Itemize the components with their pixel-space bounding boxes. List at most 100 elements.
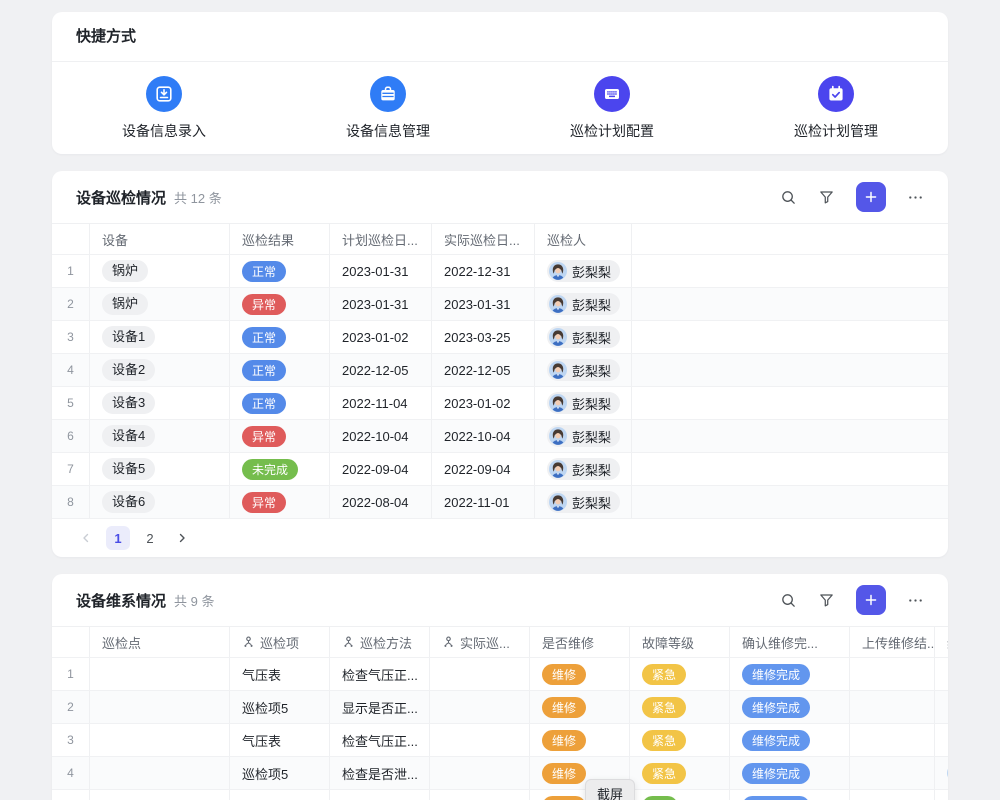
actual-date-cell[interactable]: 2022-12-05 — [432, 354, 535, 386]
more-icon[interactable] — [907, 189, 924, 206]
actual-date-cell[interactable]: 2022-10-04 — [432, 420, 535, 452]
upload-cell[interactable] — [850, 724, 935, 756]
result-cell[interactable]: 异常 — [230, 486, 330, 518]
pagination-next-button[interactable] — [170, 526, 194, 550]
more-icon[interactable] — [907, 592, 924, 609]
filter-icon[interactable] — [818, 189, 835, 206]
item-cell[interactable]: 巡检项5 — [230, 790, 330, 800]
actual-date-cell[interactable]: 2022-12-31 — [432, 255, 535, 287]
planned-date-cell[interactable]: 2022-12-05 — [330, 354, 432, 386]
level-cell[interactable] — [630, 790, 730, 800]
result-cell[interactable]: 正常 — [230, 321, 330, 353]
shortcut-keyboard[interactable]: 巡检计划配置 — [500, 76, 724, 141]
upload-cell[interactable] — [850, 658, 935, 690]
upload-cell[interactable] — [850, 790, 935, 800]
method-cell[interactable]: 检查气压正... — [330, 724, 430, 756]
point-cell[interactable] — [90, 724, 230, 756]
device-cell[interactable]: 设备6 — [90, 486, 230, 518]
inspector-cell[interactable]: 彭梨梨 — [535, 321, 632, 353]
inspector-cell[interactable]: 彭梨梨 — [535, 486, 632, 518]
shortcut-briefcase[interactable]: 设备信息管理 — [276, 76, 500, 141]
device-cell[interactable]: 锅炉 — [90, 288, 230, 320]
device-cell[interactable]: 锅炉 — [90, 255, 230, 287]
repair-cell[interactable]: 维修 — [530, 724, 630, 756]
pagination-page-1[interactable]: 1 — [106, 526, 130, 550]
add-record-button[interactable] — [856, 182, 886, 212]
level-cell[interactable]: 紧急 — [630, 724, 730, 756]
repair-cell[interactable]: 维修 — [530, 691, 630, 723]
actual-cell[interactable] — [430, 658, 530, 690]
actual-cell[interactable] — [430, 790, 530, 800]
item-cell[interactable]: 巡检项5 — [230, 691, 330, 723]
device-cell[interactable]: 设备5 — [90, 453, 230, 485]
search-icon[interactable] — [780, 592, 797, 609]
pagination-page-2[interactable]: 2 — [138, 526, 162, 550]
actual-date-cell[interactable]: 2022-09-04 — [432, 453, 535, 485]
actual-date-cell[interactable]: 2023-01-31 — [432, 288, 535, 320]
filter-icon[interactable] — [818, 592, 835, 609]
result-cell[interactable]: 异常 — [230, 288, 330, 320]
device-cell[interactable]: 设备3 — [90, 387, 230, 419]
actual-cell[interactable] — [430, 724, 530, 756]
planned-date-cell[interactable]: 2023-01-31 — [330, 288, 432, 320]
point-cell[interactable] — [90, 658, 230, 690]
upload-cell[interactable] — [850, 691, 935, 723]
planned-date-cell[interactable]: 2023-01-31 — [330, 255, 432, 287]
inspector-cell[interactable]: 彭梨梨 — [535, 288, 632, 320]
method-cell[interactable]: 检查是否泄... — [330, 757, 430, 789]
level-cell[interactable]: 紧急 — [630, 658, 730, 690]
level-cell[interactable]: 紧急 — [630, 691, 730, 723]
extra-cell[interactable] — [935, 658, 948, 690]
actual-date-cell[interactable]: 2023-03-25 — [432, 321, 535, 353]
method-cell[interactable]: 显示是否正... — [330, 790, 430, 800]
result-cell[interactable]: 异常 — [230, 420, 330, 452]
confirm-cell[interactable]: 维修完成 — [730, 658, 850, 690]
method-cell[interactable]: 显示是否正... — [330, 691, 430, 723]
shortcut-calendar-check[interactable]: 巡检计划管理 — [724, 76, 948, 141]
actual-date-cell[interactable]: 2023-01-02 — [432, 387, 535, 419]
actual-date-cell[interactable]: 2022-11-01 — [432, 486, 535, 518]
planned-date-cell[interactable]: 2022-10-04 — [330, 420, 432, 452]
planned-date-cell[interactable]: 2022-11-04 — [330, 387, 432, 419]
item-cell[interactable]: 气压表 — [230, 658, 330, 690]
device-cell[interactable]: 设备1 — [90, 321, 230, 353]
pagination-prev-button[interactable] — [74, 526, 98, 550]
item-cell[interactable]: 气压表 — [230, 724, 330, 756]
device-cell[interactable]: 设备4 — [90, 420, 230, 452]
confirm-cell[interactable]: 维修完成 — [730, 724, 850, 756]
result-cell[interactable]: 正常 — [230, 354, 330, 386]
repair-cell[interactable]: 维修 — [530, 658, 630, 690]
upload-cell[interactable] — [850, 757, 935, 789]
point-cell[interactable] — [90, 790, 230, 800]
confirm-cell[interactable]: 维修完成 — [730, 691, 850, 723]
result-cell[interactable]: 正常 — [230, 255, 330, 287]
inspection-card: 设备巡检情况 共 12 条 设备巡检结果计划巡检日...实际巡检日...巡检人1… — [52, 171, 948, 557]
actual-cell[interactable] — [430, 691, 530, 723]
actual-cell[interactable] — [430, 757, 530, 789]
point-cell[interactable] — [90, 757, 230, 789]
point-cell[interactable] — [90, 691, 230, 723]
extra-cell[interactable] — [935, 790, 948, 800]
method-cell[interactable]: 检查气压正... — [330, 658, 430, 690]
planned-date-cell[interactable]: 2022-08-04 — [330, 486, 432, 518]
level-cell[interactable]: 紧急 — [630, 757, 730, 789]
confirm-cell[interactable]: 维修完成 — [730, 757, 850, 789]
search-icon[interactable] — [780, 189, 797, 206]
inspector-cell[interactable]: 彭梨梨 — [535, 387, 632, 419]
device-cell[interactable]: 设备2 — [90, 354, 230, 386]
shortcut-device-entry[interactable]: 设备信息录入 — [52, 76, 276, 141]
planned-date-cell[interactable]: 2023-01-02 — [330, 321, 432, 353]
result-cell[interactable]: 未完成 — [230, 453, 330, 485]
inspector-cell[interactable]: 彭梨梨 — [535, 354, 632, 386]
confirm-cell[interactable]: 维修完成 — [730, 790, 850, 800]
item-cell[interactable]: 巡检项5 — [230, 757, 330, 789]
result-cell[interactable]: 正常 — [230, 387, 330, 419]
planned-date-cell[interactable]: 2022-09-04 — [330, 453, 432, 485]
inspector-cell[interactable]: 彭梨梨 — [535, 453, 632, 485]
extra-cell[interactable] — [935, 724, 948, 756]
extra-cell[interactable] — [935, 691, 948, 723]
inspector-cell[interactable]: 彭梨梨 — [535, 420, 632, 452]
extra-cell[interactable] — [935, 757, 948, 789]
inspector-cell[interactable]: 彭梨梨 — [535, 255, 632, 287]
add-record-button[interactable] — [856, 585, 886, 615]
